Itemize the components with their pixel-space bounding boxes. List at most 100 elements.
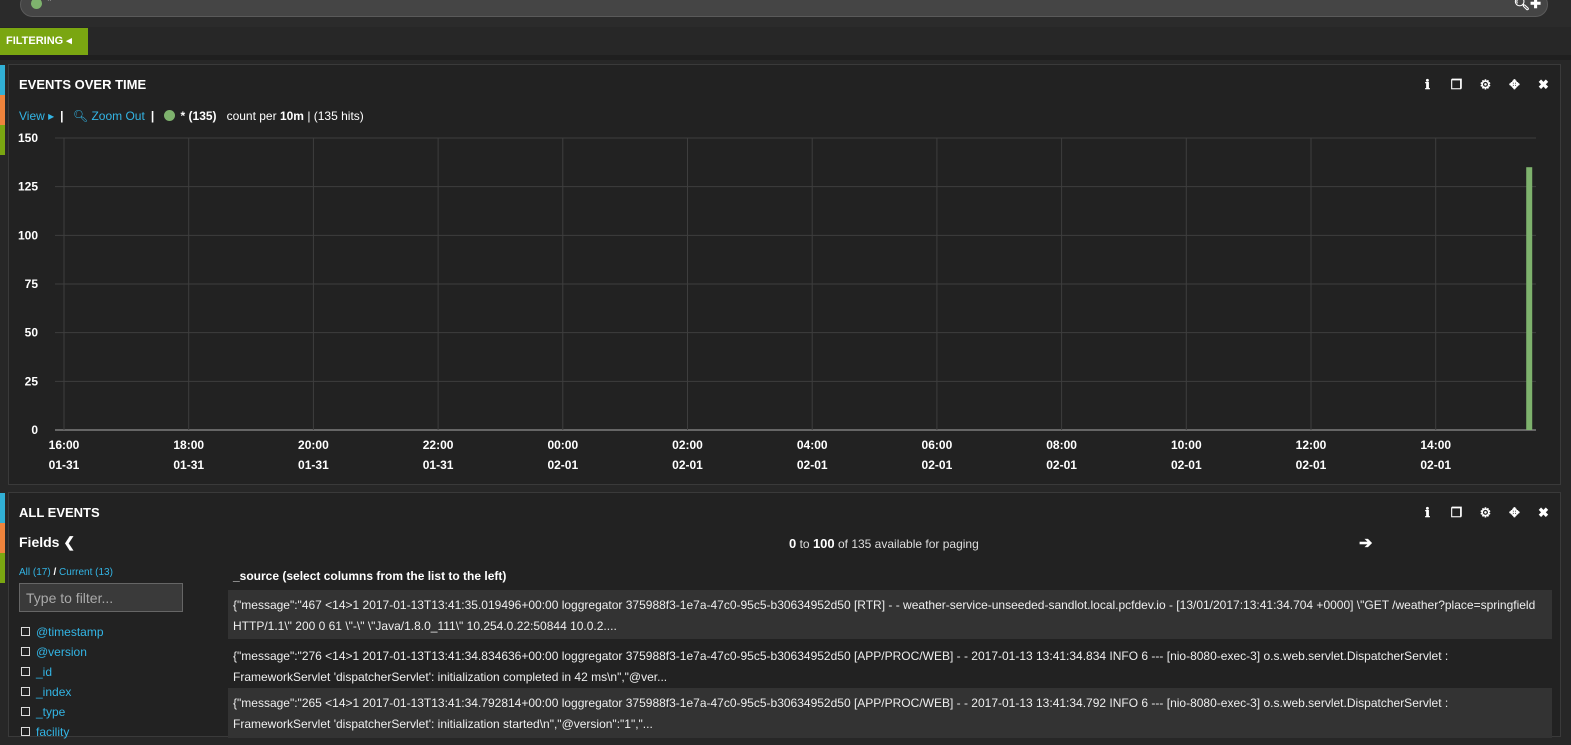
x-tick-time: 12:00: [1296, 438, 1327, 452]
row-marker-blue[interactable]: [0, 65, 5, 95]
field-name: _type: [36, 705, 66, 719]
info-icon[interactable]: ℹ: [1419, 505, 1436, 521]
field-item[interactable]: @version: [21, 645, 104, 665]
x-tick-time: 02:00: [672, 438, 703, 452]
row-divider: [0, 55, 1571, 60]
zoom-out-button[interactable]: 🔍︎ Zoom Out: [73, 109, 145, 123]
x-tick-date: 01-31: [423, 458, 454, 472]
field-name: @timestamp: [36, 625, 104, 639]
field-item[interactable]: @timestamp: [21, 625, 104, 645]
x-tick-date: 02-01: [1420, 458, 1451, 472]
checkbox-icon[interactable]: [21, 647, 30, 656]
x-tick-time: 22:00: [423, 438, 454, 452]
gear-icon[interactable]: ⚙: [1477, 505, 1494, 521]
histogram-title: EVENTS OVER TIME: [19, 77, 147, 92]
fields-heading: Fields ❮: [19, 534, 76, 550]
zoom-out-icon: 🔍︎: [72, 109, 89, 123]
duplicate-icon[interactable]: ❐: [1448, 77, 1465, 93]
histogram-panel: EVENTS OVER TIME ℹ ❐ ⚙ ✥ ✖ View ▸ | 🔍︎ Zo…: [8, 64, 1561, 485]
close-icon[interactable]: ✖: [1535, 505, 1552, 521]
fields-current-tab[interactable]: Current (13): [59, 567, 113, 578]
y-tick-label: 0: [31, 423, 38, 437]
x-tick-date: 02-01: [1171, 458, 1202, 472]
fields-all-tab[interactable]: All (17): [19, 567, 51, 578]
field-item[interactable]: _type: [21, 705, 104, 725]
search-icon[interactable]: 🔍︎: [1514, 0, 1531, 11]
collapse-fields-icon[interactable]: ❮: [63, 534, 75, 550]
caret-right-icon: ▸: [48, 109, 55, 123]
info-icon[interactable]: ℹ: [1419, 77, 1436, 93]
events-title: ALL EVENTS: [19, 505, 100, 520]
x-tick-date: 02-01: [922, 458, 953, 472]
query-bar: * 🔍︎✚: [0, 0, 1571, 27]
field-list: @timestamp @version _id _index _type facility: [21, 625, 104, 745]
y-tick-label: 100: [18, 228, 38, 242]
y-tick-label: 25: [25, 374, 39, 388]
x-tick-time: 20:00: [298, 438, 329, 452]
checkbox-icon[interactable]: [21, 687, 30, 696]
y-tick-label: 50: [25, 326, 39, 340]
close-icon[interactable]: ✖: [1535, 77, 1552, 93]
x-tick-date: 01-31: [49, 458, 80, 472]
series-color-dot[interactable]: [163, 110, 175, 121]
query-color-dot[interactable]: [31, 0, 42, 9]
interval-label: 10m: [279, 109, 304, 123]
events-histogram-chart[interactable]: 0 25 50 75 100 125 150 16:00 01-31 18:00 01-31 20:0…: [9, 125, 1560, 480]
x-tick-time: 06:00: [922, 438, 953, 452]
y-tick-label: 75: [25, 277, 39, 291]
paging-info: 0 to 100 of 135 available for paging: [789, 536, 979, 551]
x-tick-time: 18:00: [173, 438, 204, 452]
checkbox-icon[interactable]: [21, 627, 30, 636]
x-tick-time: 16:00: [49, 438, 80, 452]
x-tick-date: 02-01: [1296, 458, 1327, 472]
field-item[interactable]: facility: [21, 725, 104, 745]
field-name: facility: [36, 725, 70, 739]
histogram-legend: View ▸ | 🔍︎ Zoom Out | * (135) count per 1…: [19, 109, 364, 123]
series-label[interactable]: * (135): [181, 109, 217, 123]
duplicate-icon[interactable]: ❐: [1448, 505, 1465, 521]
checkbox-icon[interactable]: [21, 727, 30, 736]
move-icon[interactable]: ✥: [1506, 505, 1523, 521]
count-prefix: count per: [226, 109, 280, 123]
source-column-header[interactable]: _source (select columns from the list to…: [233, 569, 506, 583]
row-marker-green[interactable]: [0, 125, 5, 155]
events-panel: ALL EVENTS ℹ ❐ ⚙ ✥ ✖ Fields ❮ All (17) /…: [8, 492, 1561, 739]
row-marker-orange-2[interactable]: [0, 523, 5, 553]
table-row[interactable]: {"message":"467 <14>1 2017-01-13T13:41:3…: [228, 590, 1552, 639]
view-menu[interactable]: View ▸: [19, 109, 54, 123]
x-tick-date: 01-31: [173, 458, 204, 472]
field-item[interactable]: _id: [21, 665, 104, 685]
checkbox-icon[interactable]: [21, 667, 30, 676]
gear-icon[interactable]: ⚙: [1477, 77, 1494, 93]
field-item[interactable]: _index: [21, 685, 104, 705]
field-name: _id: [36, 665, 53, 679]
x-tick-time: 14:00: [1420, 438, 1451, 452]
query-text[interactable]: *: [47, 0, 52, 8]
row-marker-green-2[interactable]: [0, 553, 5, 583]
hits-label: | (135 hits): [307, 109, 364, 123]
row-marker-blue-2[interactable]: [0, 493, 5, 523]
x-tick-date: 02-01: [797, 458, 828, 472]
field-name: @version: [36, 645, 87, 659]
fields-tabs: All (17) / Current (13): [19, 567, 113, 578]
field-filter-input[interactable]: [19, 583, 183, 612]
add-query-icon[interactable]: ✚: [1530, 0, 1541, 11]
query-input[interactable]: * 🔍︎✚: [20, 0, 1548, 17]
histogram-bar[interactable]: [1526, 167, 1533, 430]
x-tick-time: 10:00: [1171, 438, 1202, 452]
x-tick-date: 02-01: [672, 458, 703, 472]
y-tick-label: 150: [18, 131, 38, 145]
x-tick-time: 00:00: [547, 438, 578, 452]
caret-left-icon: ◂: [66, 35, 72, 47]
x-tick-time: 08:00: [1046, 438, 1077, 452]
x-tick-time: 04:00: [797, 438, 828, 452]
checkbox-icon[interactable]: [21, 707, 30, 716]
move-icon[interactable]: ✥: [1506, 77, 1523, 93]
row-marker-orange[interactable]: [0, 95, 5, 125]
x-tick-date: 02-01: [547, 458, 578, 472]
next-page-icon[interactable]: ➔: [1359, 533, 1372, 553]
filtering-tab[interactable]: FILTERING ◂: [0, 28, 88, 55]
filtering-label: FILTERING: [6, 35, 64, 47]
table-row[interactable]: {"message":"276 <14>1 2017-01-13T13:41:3…: [228, 641, 1552, 687]
field-name: _index: [36, 685, 72, 699]
